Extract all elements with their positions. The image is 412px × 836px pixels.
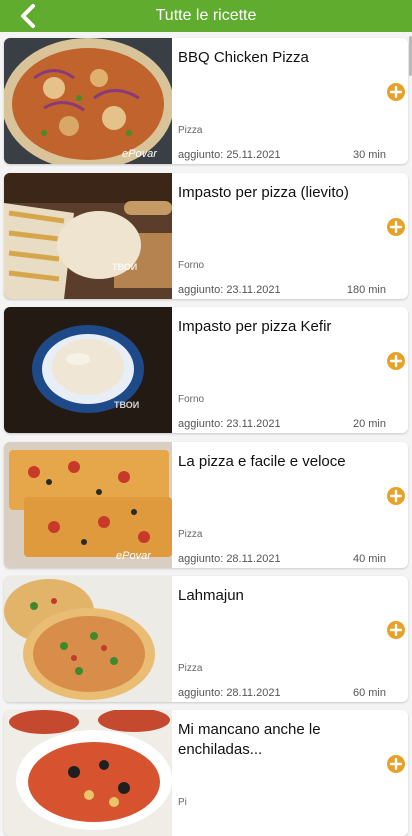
plus-circle-icon[interactable] bbox=[386, 754, 406, 774]
recipe-category: Pi bbox=[178, 797, 187, 808]
plus-circle-icon[interactable] bbox=[386, 620, 406, 640]
recipe-time: 60 min bbox=[352, 687, 386, 699]
recipe-date: aggiunto: 23.11.2021 bbox=[178, 284, 281, 296]
recipe-card[interactable]: Mi mancano anche le enchiladas... Pi bbox=[4, 710, 408, 836]
recipe-card[interactable]: ТВОИ Impasto per pizza Kefir Forno aggiu… bbox=[4, 307, 408, 433]
recipe-category: Pizza bbox=[178, 125, 203, 136]
recipe-title: Mi mancano anche le enchiladas... bbox=[178, 721, 321, 758]
recipe-thumbnail: ТВОИ bbox=[4, 307, 172, 433]
page-title: Tutte le ricette bbox=[155, 7, 257, 24]
recipe-thumbnail: ePovar bbox=[4, 38, 172, 164]
recipe-title: BBQ Chicken Pizza bbox=[178, 49, 309, 66]
recipe-date: aggiunto: 23.11.2021 bbox=[178, 418, 281, 430]
recipe-card[interactable]: Lahmajun Pizza aggiunto: 28.11.2021 60 m… bbox=[4, 576, 408, 702]
plus-circle-icon[interactable] bbox=[386, 486, 406, 506]
app-bar: Tutte le ricette bbox=[0, 0, 412, 32]
recipe-thumbnail bbox=[4, 576, 172, 702]
recipe-card[interactable]: ePovar BBQ Chicken Pizza Pizza aggiunto:… bbox=[4, 38, 408, 164]
recipe-category: Forno bbox=[178, 394, 205, 405]
svg-text:ePovar: ePovar bbox=[116, 550, 152, 562]
recipe-time: 20 min bbox=[352, 418, 386, 430]
recipe-title: Lahmajun bbox=[178, 587, 244, 604]
plus-circle-icon[interactable] bbox=[386, 82, 406, 102]
recipe-thumbnail: ePovar bbox=[4, 442, 172, 568]
svg-text:ТВОИ: ТВОИ bbox=[114, 400, 139, 410]
recipe-thumbnail: ТВОИ bbox=[4, 173, 172, 299]
svg-text:ТВОИ: ТВОИ bbox=[112, 262, 137, 272]
recipe-time: 40 min bbox=[352, 553, 386, 565]
recipe-title: Impasto per pizza (lievito) bbox=[178, 184, 349, 201]
recipe-card[interactable]: ТВОИ Impasto per pizza (lievito) Forno a… bbox=[4, 173, 408, 299]
plus-circle-icon[interactable] bbox=[386, 351, 406, 371]
recipe-title: Impasto per pizza Kefir bbox=[178, 318, 332, 335]
recipe-date: aggiunto: 28.11.2021 bbox=[178, 553, 281, 565]
recipe-category: Forno bbox=[178, 260, 205, 271]
recipe-time: 180 min bbox=[346, 284, 386, 296]
recipe-title: La pizza e facile e veloce bbox=[178, 453, 346, 470]
svg-text:ePovar: ePovar bbox=[122, 148, 158, 160]
recipe-card[interactable]: ePovar La pizza e facile e veloce Pizza … bbox=[4, 442, 408, 568]
recipe-thumbnail bbox=[4, 710, 172, 836]
recipe-category: Pizza bbox=[178, 663, 203, 674]
recipe-category: Pizza bbox=[178, 529, 203, 540]
plus-circle-icon[interactable] bbox=[386, 217, 406, 237]
recipe-date: aggiunto: 28.11.2021 bbox=[178, 687, 281, 699]
recipe-date: aggiunto: 25.11.2021 bbox=[178, 149, 281, 161]
recipe-time: 30 min bbox=[352, 149, 386, 161]
